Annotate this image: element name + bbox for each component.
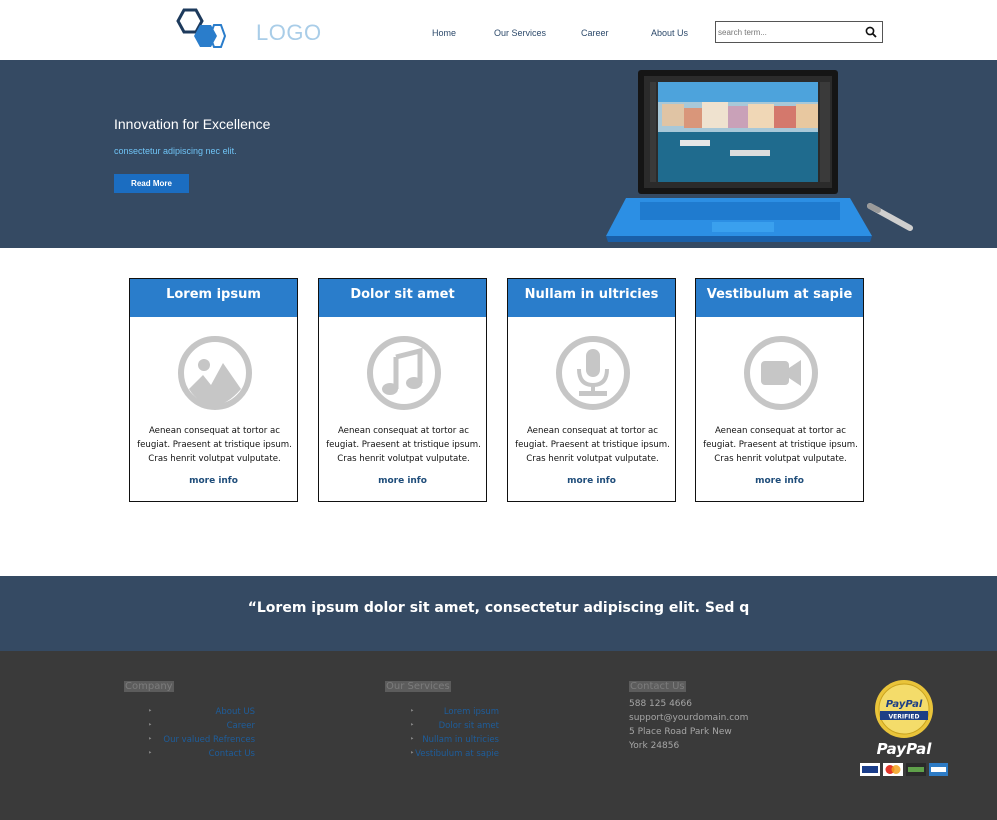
list-item: ‣ Our valued Refrences: [148, 735, 255, 749]
bullet-icon: ‣: [410, 721, 415, 729]
contact-info: 588 125 4666 support@yourdomain.com 5 Pl…: [629, 697, 748, 753]
hexagon-logo-icon[interactable]: [170, 8, 230, 52]
contact-email[interactable]: support@yourdomain.com: [629, 711, 748, 725]
service-card: Lorem ipsum Aenean consequat at tortor a…: [129, 278, 298, 502]
footer-link-vestibulum[interactable]: Vestibulum at sapie: [415, 749, 499, 759]
seal-text-paypal: PayPal: [886, 699, 923, 710]
bullet-icon: ‣: [148, 721, 153, 729]
card-text: Aenean consequat at tortor ac feugiat. P…: [515, 426, 670, 464]
hero-title: Innovation for Excellence: [114, 116, 271, 132]
video-camera-icon: [744, 336, 818, 410]
card-title: Nullam in ultricies: [508, 279, 675, 317]
more-info-link[interactable]: more info: [130, 476, 297, 486]
card-text: Aenean consequat at tortor ac feugiat. P…: [137, 426, 292, 464]
bullet-icon: ‣: [410, 749, 415, 757]
service-card: Vestibulum at sapie Aenean consequat at …: [695, 278, 864, 502]
site-header: LOGO Home Our Services Career About Us: [0, 0, 997, 60]
list-item: ‣ Dolor sit amet: [410, 721, 499, 735]
quote-band: “Lorem ipsum dolor sit amet, consectetur…: [0, 576, 997, 651]
more-info-link[interactable]: more info: [319, 476, 486, 486]
footer-services-links: ‣ Lorem ipsum ‣ Dolor sit amet ‣ Nullam in …: [410, 707, 499, 763]
footer-link-career[interactable]: Career: [227, 721, 255, 731]
bullet-icon: ‣: [148, 735, 153, 743]
verified-seal-icon: PayPal VERIFIED: [875, 680, 933, 738]
footer-link-nullam[interactable]: Nullam in ultricies: [422, 735, 499, 745]
contact-address-line2: York 24856: [629, 741, 680, 751]
list-item: ‣ Lorem ipsum: [410, 707, 499, 721]
card-logos-icon: [860, 763, 948, 776]
list-item: ‣ Vestibulum at sapie: [410, 749, 499, 763]
bullet-icon: ‣: [410, 707, 415, 715]
contact-address-line1: 5 Place Road Park New: [629, 727, 732, 737]
bullet-icon: ‣: [148, 707, 153, 715]
list-item: ‣ Nullam in ultricies: [410, 735, 499, 749]
nav-our-services[interactable]: Our Services: [494, 28, 546, 38]
nav-home[interactable]: Home: [432, 28, 456, 38]
contact-phone: 588 125 4666: [629, 699, 692, 709]
laptop-image: [606, 70, 913, 242]
bullet-icon: ‣: [410, 735, 415, 743]
footer-company-heading: Company: [124, 681, 174, 692]
service-card: Nullam in ultricies Aenean consequat at …: [507, 278, 676, 502]
card-text: Aenean consequat at tortor ac feugiat. P…: [703, 426, 858, 464]
footer-link-about-us[interactable]: About US: [216, 707, 255, 717]
card-title: Lorem ipsum: [130, 279, 297, 317]
list-item: ‣ About US: [148, 707, 255, 721]
nav-career[interactable]: Career: [581, 28, 609, 38]
site-footer: Company ‣ About US ‣ Career ‣ Our valued Re…: [0, 651, 997, 820]
microphone-icon: [556, 336, 630, 410]
bullet-icon: ‣: [148, 749, 153, 757]
read-more-button[interactable]: Read More: [114, 174, 189, 193]
service-card: Dolor sit amet Aenean consequat at torto…: [318, 278, 487, 502]
footer-services-heading: Our Services: [385, 681, 451, 692]
image-icon: [178, 336, 252, 410]
footer-contact-heading: Contact Us: [629, 681, 686, 692]
paypal-wordmark: PayPal: [877, 740, 933, 758]
footer-link-contact-us[interactable]: Contact Us: [209, 749, 255, 759]
search-box: [715, 21, 883, 43]
more-info-link[interactable]: more info: [696, 476, 863, 486]
card-text: Aenean consequat at tortor ac feugiat. P…: [326, 426, 481, 464]
card-title: Dolor sit amet: [319, 279, 486, 317]
music-icon: [367, 336, 441, 410]
hero-subtitle: consectetur adipiscing nec elit.: [114, 146, 237, 156]
search-icon[interactable]: [865, 26, 877, 38]
card-title: Vestibulum at sapie: [696, 279, 863, 317]
seal-text-verified: VERIFIED: [888, 714, 919, 721]
search-input[interactable]: [718, 25, 858, 39]
list-item: ‣ Career: [148, 721, 255, 735]
footer-link-dolor-sit-amet[interactable]: Dolor sit amet: [439, 721, 499, 731]
quote-text: “Lorem ipsum dolor sit amet, consectetur…: [247, 600, 750, 616]
footer-company-links: ‣ About US ‣ Career ‣ Our valued Refrences …: [148, 707, 255, 763]
logo-text[interactable]: LOGO: [256, 20, 322, 46]
hero-banner: Innovation for Excellence consectetur ad…: [0, 60, 997, 248]
paypal-verified-badge[interactable]: PayPal VERIFIED PayPal: [858, 679, 950, 779]
footer-link-lorem-ipsum[interactable]: Lorem ipsum: [444, 707, 499, 717]
nav-about-us[interactable]: About Us: [651, 28, 688, 38]
more-info-link[interactable]: more info: [508, 476, 675, 486]
footer-link-references[interactable]: Our valued Refrences: [163, 735, 255, 745]
list-item: ‣ Contact Us: [148, 749, 255, 763]
